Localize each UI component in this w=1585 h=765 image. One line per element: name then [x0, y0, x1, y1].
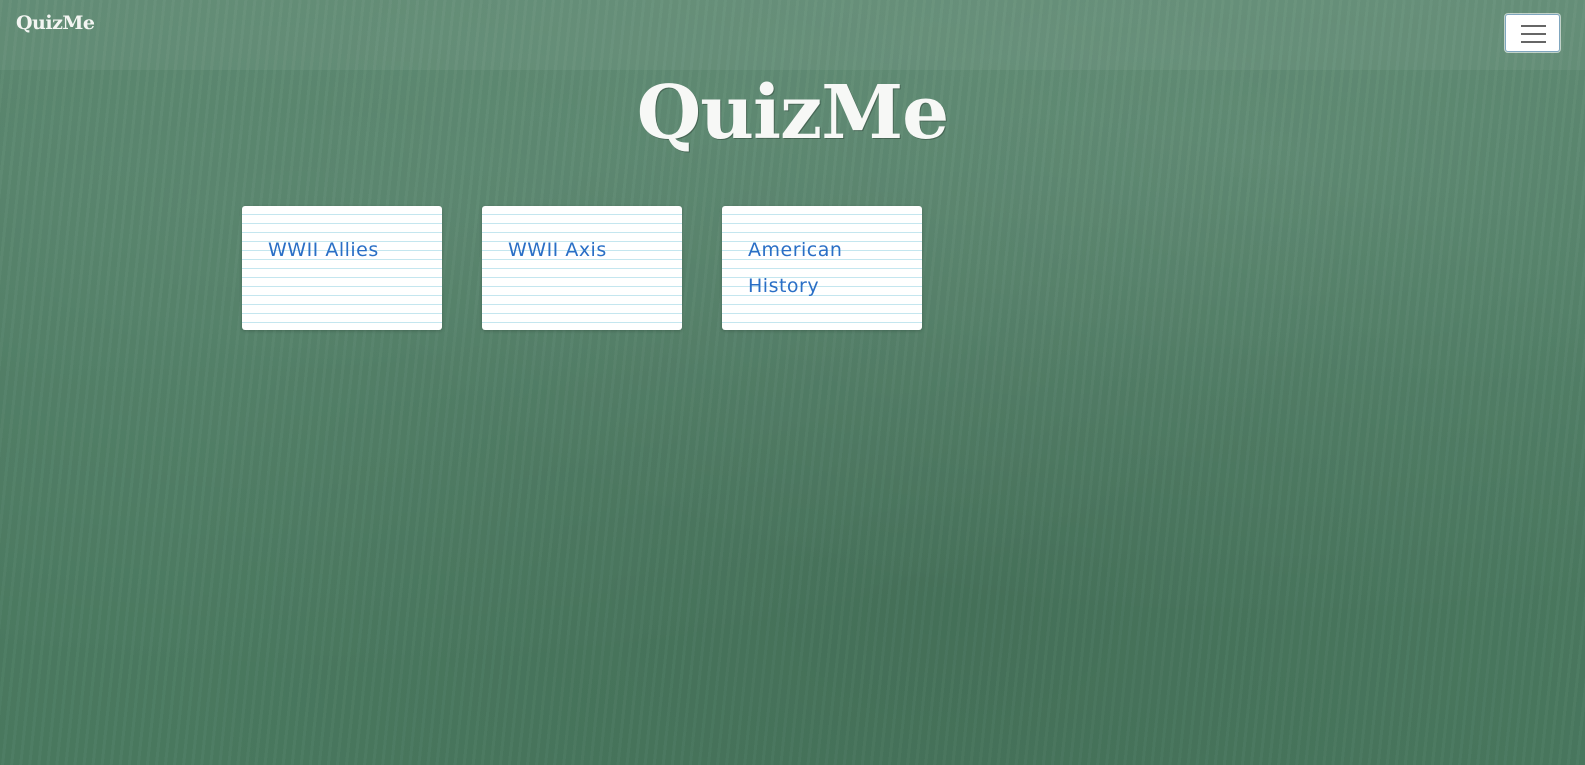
brand-link[interactable]: QuizMe — [16, 12, 95, 34]
hamburger-menu-icon — [1521, 25, 1546, 49]
quiz-card-american-history[interactable]: American History — [722, 206, 922, 330]
page-title: QuizMe — [636, 70, 949, 156]
quiz-card-wwii-axis[interactable]: WWII Axis — [482, 206, 682, 330]
quiz-card-title: American History — [748, 239, 843, 297]
quiz-card-title: WWII Axis — [508, 239, 607, 261]
quiz-card-title: WWII Allies — [268, 239, 379, 261]
quiz-card-wwii-allies[interactable]: WWII Allies — [242, 206, 442, 330]
navbar-toggle-button[interactable] — [1505, 14, 1560, 52]
navbar: QuizMe — [0, 0, 1585, 70]
